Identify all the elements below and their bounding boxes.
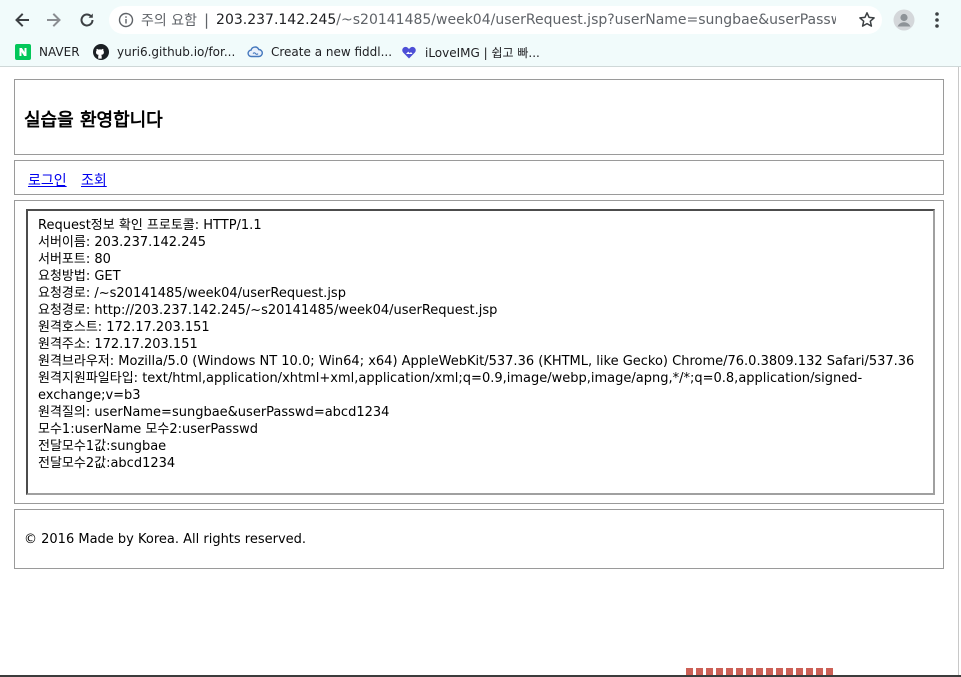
request-info-line: 요청경로: http://203.237.142.245/~s20141485/…: [38, 303, 498, 318]
request-info-line: 전달모수1값:sungbae: [38, 439, 167, 454]
request-info-line: 요청방법: GET: [38, 269, 121, 284]
request-info-line: 원격주소: 172.17.203.151: [38, 337, 198, 352]
url-text[interactable]: 203.237.142.245/~s20141485/week04/userRe…: [216, 12, 836, 28]
page-title: 실습을 환영합니다: [24, 110, 163, 131]
jsfiddle-icon: [247, 44, 263, 60]
back-button[interactable]: [9, 7, 35, 33]
request-info-line: 요청경로: /~s20141485/week04/userRequest.jsp: [38, 286, 346, 301]
footer-section: © 2016 Made by Korea. All rights reserve…: [14, 509, 944, 569]
reload-icon: [80, 13, 94, 27]
request-info-line: 원격호스트: 172.17.203.151: [38, 320, 210, 335]
request-info-line: 원격지원파일타입: text/html,application/xhtml+xm…: [38, 371, 863, 403]
bookmark-iloveimg[interactable]: iLoveIMG | 쉽고 빠...: [401, 42, 540, 62]
request-info-panel: Request정보 확인 프로토콜: HTTP/1.1 서버이름: 203.237…: [26, 209, 935, 495]
browser-menu-button[interactable]: [928, 8, 946, 32]
forward-button[interactable]: [41, 7, 67, 33]
security-status[interactable]: 주의 요함: [141, 10, 197, 30]
reload-button[interactable]: [74, 7, 100, 33]
github-icon: [93, 44, 109, 60]
header-section: 실습을 환영합니다: [14, 79, 944, 155]
bookmark-jsfiddle[interactable]: Create a new fiddl...: [247, 42, 392, 62]
request-info-line: 원격질의: userName=sungbae&userPasswd=abcd12…: [38, 405, 390, 420]
kebab-menu-icon: [935, 12, 939, 28]
content-section: Request정보 확인 프로토콜: HTTP/1.1 서버이름: 203.237…: [14, 200, 944, 504]
request-info-line: 전달모수2값:abcd1234: [38, 456, 176, 471]
forward-arrow-icon: [47, 13, 61, 27]
bookmark-label: yuri6.github.io/for...: [117, 45, 236, 59]
bookmark-label: iLoveIMG | 쉽고 빠...: [425, 45, 540, 60]
info-icon[interactable]: [118, 12, 134, 28]
bookmark-github[interactable]: yuri6.github.io/for...: [93, 42, 235, 62]
back-arrow-icon: [15, 13, 29, 27]
url-path: /~s20141485/week04/userRequest.jsp?userN…: [336, 12, 836, 28]
bookmarks-bar: NAVER yuri6.github.io/for... Create a ne…: [0, 38, 961, 67]
request-info-line: 서버이름: 203.237.142.245: [38, 235, 207, 250]
browser-toolbar: 주의 요함 | 203.237.142.245/~s20141485/week0…: [0, 0, 961, 38]
url-host: 203.237.142.245: [216, 12, 337, 28]
bookmark-label: Create a new fiddl...: [271, 45, 393, 59]
bookmark-label: NAVER: [39, 45, 80, 59]
profile-avatar-icon[interactable]: [893, 9, 915, 31]
nav-section: 로그인 조회: [14, 160, 944, 195]
copyright-text: © 2016 Made by Korea. All rights reserve…: [24, 532, 307, 547]
iloveimg-icon: [401, 44, 417, 60]
address-bar[interactable]: 주의 요함 | 203.237.142.245/~s20141485/week0…: [109, 6, 882, 34]
bookmark-star-icon[interactable]: [858, 11, 876, 29]
login-link[interactable]: 로그인: [28, 170, 67, 190]
naver-icon: [15, 44, 31, 60]
underlying-window-edge: [686, 668, 836, 675]
request-info-line: 원격브라우저: Mozilla/5.0 (Windows NT 10.0; Wi…: [38, 354, 915, 369]
omnibox-separator: |: [203, 11, 210, 29]
query-link[interactable]: 조회: [81, 170, 107, 190]
request-info-line: 서버포트: 80: [38, 252, 111, 267]
bookmark-naver[interactable]: NAVER: [15, 42, 80, 62]
request-info-line: 모수1:userName 모수2:userPasswd: [38, 422, 258, 437]
request-info-line: Request정보 확인 프로토콜: HTTP/1.1: [38, 218, 262, 233]
